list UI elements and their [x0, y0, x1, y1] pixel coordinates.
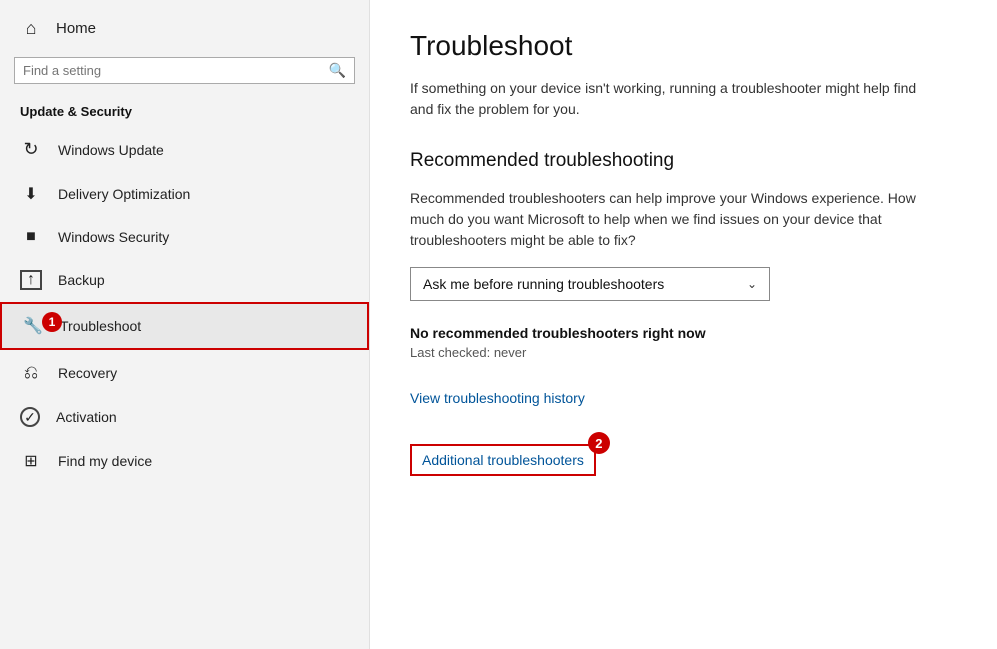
- intro-text: If something on your device isn't workin…: [410, 78, 930, 120]
- sidebar-item-find-my-device[interactable]: ⊞ Find my device: [0, 439, 369, 483]
- sidebar-item-label: Windows Security: [58, 229, 169, 245]
- no-recommended-text: No recommended troubleshooters right now: [410, 325, 957, 341]
- additional-badge: 2: [588, 432, 610, 454]
- view-history-link[interactable]: View troubleshooting history: [410, 390, 585, 406]
- sidebar-item-label: Troubleshoot: [60, 318, 141, 334]
- recommended-section-title: Recommended troubleshooting: [410, 150, 957, 172]
- search-box: 🔍: [14, 57, 355, 84]
- update-icon: ↻: [20, 139, 42, 160]
- sidebar-item-label: Backup: [58, 272, 105, 288]
- sidebar: Home 🔍 Update & Security ↻ Windows Updat…: [0, 0, 370, 649]
- sidebar-item-windows-security[interactable]: ■ Windows Security: [0, 216, 369, 258]
- sidebar-home[interactable]: Home: [0, 8, 369, 49]
- delivery-icon: ⬇: [20, 184, 42, 204]
- sidebar-item-label: Windows Update: [58, 142, 164, 158]
- main-content: Troubleshoot If something on your device…: [370, 0, 997, 649]
- sidebar-item-activation[interactable]: ✓ Activation: [0, 395, 369, 439]
- security-icon: ■: [20, 228, 42, 246]
- sidebar-item-label: Find my device: [58, 453, 152, 469]
- dropdown-value: Ask me before running troubleshooters: [423, 276, 664, 292]
- troubleshoot-icon: 🔧: [22, 316, 44, 336]
- backup-icon: ↑: [20, 270, 42, 290]
- last-checked-text: Last checked: never: [410, 345, 957, 360]
- recommended-desc: Recommended troubleshooters can help imp…: [410, 188, 920, 251]
- home-icon: [20, 18, 42, 39]
- sidebar-item-label: Delivery Optimization: [58, 186, 190, 202]
- home-label: Home: [56, 20, 96, 37]
- dropdown-arrow-icon: ⌄: [747, 277, 757, 291]
- page-title: Troubleshoot: [410, 30, 957, 62]
- activation-icon: ✓: [20, 407, 40, 427]
- additional-link-wrapper: Additional troubleshooters 2: [410, 444, 596, 476]
- sidebar-item-windows-update[interactable]: ↻ Windows Update: [0, 127, 369, 172]
- additional-troubleshooters-link[interactable]: Additional troubleshooters: [410, 444, 596, 476]
- section-label: Update & Security: [0, 96, 369, 127]
- sidebar-item-recovery[interactable]: ⎌ Recovery: [0, 350, 369, 395]
- troubleshoot-badge: 1: [42, 312, 62, 332]
- sidebar-item-backup[interactable]: ↑ Backup: [0, 258, 369, 302]
- sidebar-item-troubleshoot[interactable]: 🔧 1 Troubleshoot: [0, 302, 369, 350]
- recovery-icon: ⎌: [20, 362, 42, 383]
- troubleshooter-dropdown[interactable]: Ask me before running troubleshooters ⌄: [410, 267, 770, 301]
- sidebar-item-label: Recovery: [58, 365, 117, 381]
- search-icon: 🔍: [329, 62, 346, 79]
- find-my-device-icon: ⊞: [20, 451, 42, 471]
- sidebar-item-delivery-optimization[interactable]: ⬇ Delivery Optimization: [0, 172, 369, 216]
- sidebar-item-label: Activation: [56, 409, 117, 425]
- search-input[interactable]: [23, 63, 329, 78]
